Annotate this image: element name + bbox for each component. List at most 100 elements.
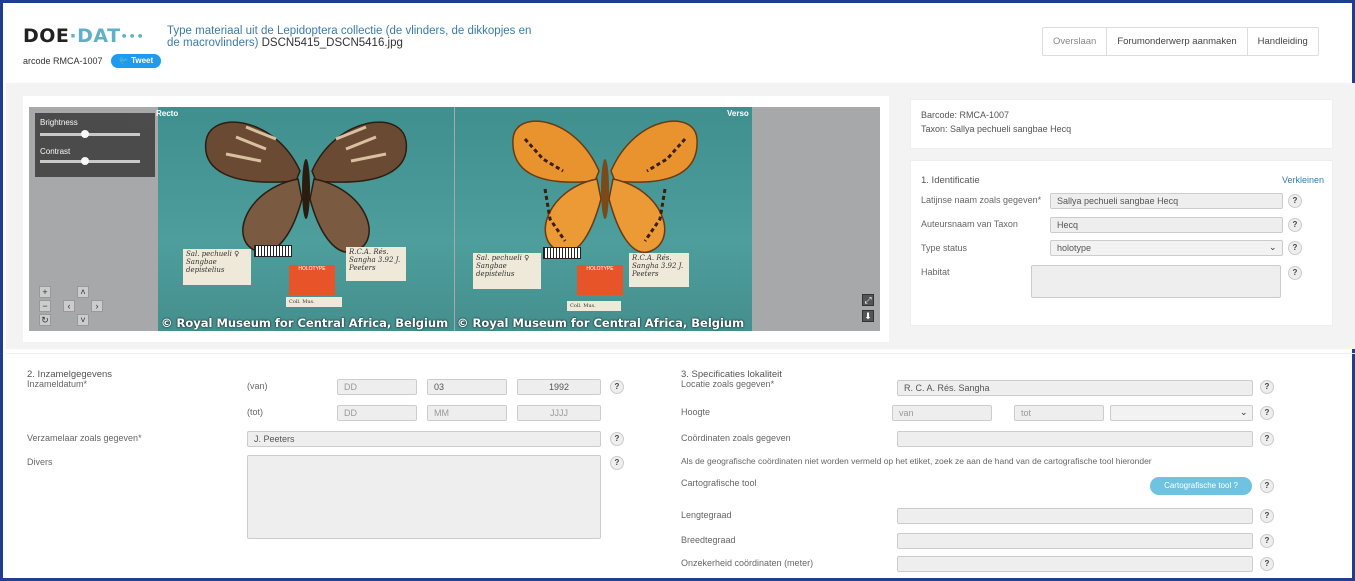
zoom-out-button[interactable]: − [39, 300, 51, 312]
file-name: DSCN5415_DSCN5416.jpg [261, 37, 403, 49]
location-label: Locatie zoals gegeven* [681, 379, 775, 389]
verso-holotype-label: HOLOTYPE [577, 265, 623, 295]
title-line1: Type materiaal uit de Lepidoptera collec… [167, 25, 532, 37]
verso-collection-label: Coll. Mus. Tervuren [567, 301, 621, 311]
coords-note: Als de geografische coördinaten niet wor… [681, 456, 1152, 466]
verso-handwritten-label-right: R.C.A. Rés. Sangha 3.92 J. Peeters [629, 253, 689, 287]
location-field[interactable]: R. C. A. Rés. Sangha [897, 380, 1253, 396]
top-button-group: Overslaan Forumonderwerp aanmaken Handle… [1042, 27, 1319, 56]
to-day-field[interactable]: DD [337, 405, 417, 421]
zoom-in-button[interactable]: + [39, 286, 51, 298]
verso-image[interactable]: Sal. pechueli ♀ Sangbae depistelius HOLO… [455, 107, 752, 331]
carto-tool-button-label: Cartografische tool [1164, 481, 1232, 490]
longitude-field[interactable] [897, 508, 1253, 524]
brightness-slider-knob[interactable] [81, 130, 90, 138]
chevron-up-icon: ˄ [80, 287, 86, 297]
latin-name-field[interactable]: Sallya pechueli sangbae Hecq [1050, 193, 1283, 209]
author-label: Auteursnaam van Taxon [921, 219, 1018, 229]
brightness-label: Brightness [40, 118, 78, 127]
habitat-textarea[interactable] [1031, 265, 1281, 298]
latitude-help-icon[interactable]: ? [1260, 534, 1274, 548]
contrast-label: Contrast [40, 147, 71, 156]
uncertainty-field[interactable] [897, 556, 1253, 572]
identification-title: 1. Identificatie [921, 175, 980, 186]
recto-barcode-ruler [254, 245, 292, 257]
specimen-info-panel: Barcode: RMCA-1007 Taxon: Sallya pechuel… [910, 99, 1333, 149]
from-year-field[interactable]: 1992 [517, 379, 601, 395]
from-month-field[interactable]: 03 [427, 379, 507, 395]
pan-up-button[interactable]: ˄ [77, 286, 89, 298]
recto-handwritten-label-left: Sal. pechueli ♀ Sangbae depistelius [183, 249, 251, 285]
collection-date-label: Inzameldatum* [27, 379, 88, 389]
habitat-help-icon[interactable]: ? [1288, 266, 1302, 280]
pan-left-button[interactable]: ‹ [63, 300, 75, 312]
fullscreen-icon: ⤢ [864, 295, 872, 305]
manual-button[interactable]: Handleiding [1246, 28, 1318, 55]
recto-image[interactable]: Sal. pechueli ♀ Sangbae depistelius HOLO… [158, 107, 454, 331]
reset-icon: ↻ [41, 315, 49, 325]
section-divider [6, 353, 1355, 354]
longitude-help-icon[interactable]: ? [1260, 509, 1274, 523]
from-day-field[interactable]: DD [337, 379, 417, 395]
longitude-label: Lengtegraad [681, 510, 732, 520]
author-help-icon[interactable]: ? [1288, 218, 1302, 232]
reset-view-button[interactable]: ↻ [39, 314, 51, 326]
verso-label: Verso [727, 109, 749, 118]
verso-barcode-ruler [543, 247, 581, 259]
download-icon: ⬇ [864, 311, 872, 321]
height-to-field[interactable]: tot [1014, 405, 1104, 421]
pan-right-button[interactable]: › [91, 300, 103, 312]
recto-holotype-label: HOLOTYPE [289, 265, 335, 295]
contrast-slider-knob[interactable] [81, 157, 90, 165]
location-help-icon[interactable]: ? [1260, 380, 1274, 394]
contrast-slider[interactable] [40, 157, 140, 165]
date-to-label: (tot) [247, 407, 264, 417]
chevron-left-icon: ‹ [67, 301, 71, 311]
type-status-help-icon[interactable]: ? [1288, 241, 1302, 255]
coords-field[interactable] [897, 431, 1253, 447]
skip-button[interactable]: Overslaan [1043, 28, 1106, 55]
to-month-field[interactable]: MM [427, 405, 507, 421]
header-barcode: arcode RMCA-1007 [23, 56, 103, 66]
create-forum-topic-button[interactable]: Forumonderwerp aanmaken [1106, 28, 1246, 55]
pan-down-button[interactable]: ˅ [77, 314, 89, 326]
doedat-logo[interactable]: DOE·DAT••• [23, 25, 145, 47]
title-line2: de macrovlinders) [167, 37, 259, 49]
download-button[interactable]: ⬇ [862, 310, 874, 322]
tweet-label: Tweet [131, 56, 154, 65]
type-status-value: holotype [1057, 243, 1092, 253]
info-barcode: Barcode: RMCA-1007 [921, 110, 1010, 120]
latitude-field[interactable] [897, 533, 1253, 549]
type-status-label: Type status [921, 243, 968, 253]
copyright-recto: © Royal Museum for Central Africa, Belgi… [161, 316, 449, 330]
collector-label: Verzamelaar zoals gegeven* [27, 433, 142, 443]
minus-icon: − [42, 301, 48, 311]
verso-butterfly-image [512, 120, 698, 254]
carto-help-icon[interactable]: ? [1260, 479, 1274, 493]
type-status-select[interactable]: holotype [1050, 240, 1283, 256]
logo-part1: DOE [23, 25, 70, 47]
logo-sep: · [69, 25, 78, 47]
collector-field[interactable]: J. Peeters [247, 431, 601, 447]
height-unit-select[interactable] [1110, 405, 1253, 421]
divers-textarea[interactable] [247, 455, 601, 539]
carto-tool-button[interactable]: Cartografische tool ? [1150, 477, 1252, 495]
logo-dots: ••• [120, 30, 145, 43]
coords-help-icon[interactable]: ? [1260, 432, 1274, 446]
latin-name-help-icon[interactable]: ? [1288, 194, 1302, 208]
author-field[interactable]: Hecq [1050, 217, 1283, 233]
height-help-icon[interactable]: ? [1260, 406, 1274, 420]
tweet-button[interactable]: 🐦 Tweet [111, 54, 161, 68]
date-help-icon[interactable]: ? [610, 380, 624, 394]
chevron-down-icon: ˅ [80, 315, 86, 325]
collector-help-icon[interactable]: ? [610, 432, 624, 446]
collapse-link[interactable]: Verkleinen [1282, 175, 1324, 185]
brightness-slider[interactable] [40, 130, 140, 138]
uncertainty-help-icon[interactable]: ? [1260, 557, 1274, 571]
divers-help-icon[interactable]: ? [610, 456, 624, 470]
twitter-bird-icon: 🐦 [118, 56, 129, 65]
fullscreen-button[interactable]: ⤢ [862, 294, 874, 306]
to-year-field[interactable]: JJJJ [517, 405, 601, 421]
recto-collection-label: Coll. Mus. Tervuren [286, 297, 342, 307]
height-from-field[interactable]: van [892, 405, 992, 421]
